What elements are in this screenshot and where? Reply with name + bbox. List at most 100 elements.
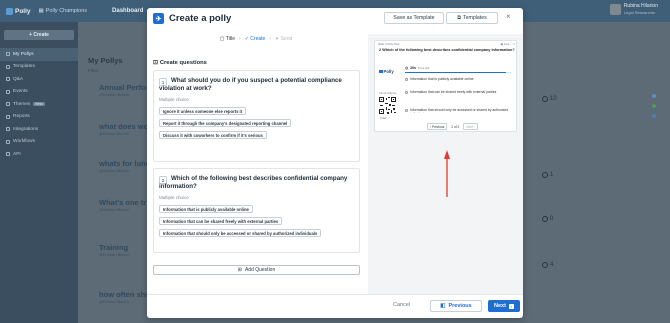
cancel-button[interactable]: Cancel	[393, 302, 410, 308]
questions-icon: ⊡	[153, 60, 158, 66]
polly-card-owner: @Rubina Hilarion	[99, 132, 129, 136]
response-count-value: 1	[550, 172, 554, 178]
question-type: Multiple choice	[159, 195, 189, 200]
response-count: 4	[542, 262, 553, 268]
workspace-icon: ▦	[38, 8, 44, 14]
avatar	[609, 4, 621, 15]
polly-card-owner: @Rubina Hilarion	[99, 253, 129, 257]
response-count-value: 0	[550, 216, 554, 222]
question-card[interactable]: 2 Which of the following best describes …	[153, 168, 360, 253]
step-title[interactable]: ▢ Title	[220, 36, 235, 42]
response-count-value: 4	[550, 262, 554, 268]
user-role: Legal Researcher	[623, 9, 656, 15]
create-button[interactable]: + Create	[4, 30, 74, 40]
my-pollys-title: My Pollys	[88, 56, 123, 65]
step-label: Title	[225, 36, 236, 42]
sidebar-item-api[interactable]: API	[0, 148, 78, 161]
answer-option[interactable]: Information that is publicly available o…	[159, 205, 253, 213]
section-title: ⊡ Create questions	[153, 60, 207, 66]
chevron-right-icon: ›	[239, 36, 241, 42]
sidebar-item-label: Integrations	[13, 126, 39, 132]
app-name: Polly	[15, 7, 31, 15]
modal-title: Create a polly	[169, 13, 232, 24]
response-count: 10	[542, 96, 557, 102]
sidebar-nav: My Pollys Templates Q&A Events Themes Bet…	[0, 48, 78, 161]
sidebar-item-label: Events	[13, 89, 28, 95]
sidebar-item-qa[interactable]: Q&A	[0, 73, 78, 86]
next-label: Next	[494, 303, 506, 309]
workspace-name: Polly Champions	[45, 8, 88, 14]
templates-icon: ⧉	[457, 14, 462, 21]
sidebar-item-label: API	[13, 151, 21, 157]
polly-card-title[interactable]: Training	[99, 243, 128, 252]
sidebar-item-my-pollys[interactable]: My Pollys	[0, 48, 78, 61]
answer-option[interactable]: Report it through the company's designat…	[159, 119, 292, 127]
user-menu[interactable]: Rubina Hilarion Legal Researcher	[609, 3, 658, 15]
previous-button[interactable]: ◧ Previous	[430, 300, 482, 312]
status-dot	[652, 94, 656, 98]
user-info: Rubina Hilarion Legal Researcher	[623, 3, 658, 15]
save-as-template-button[interactable]: Save as Template	[384, 12, 444, 24]
sidebar-item-label: Workflows	[13, 139, 36, 145]
beta-badge: Beta	[33, 102, 45, 107]
sidebar-item-templates[interactable]: Templates	[0, 61, 78, 74]
answer-option[interactable]: Discuss it with coworkers to confirm if …	[159, 131, 267, 139]
question-type: Multiple choice	[159, 97, 189, 102]
themes-icon	[6, 102, 10, 107]
responses-icon	[542, 262, 548, 268]
send-step-icon: ➤	[274, 36, 280, 42]
workspace-switcher[interactable]: ▦ Polly Champions	[39, 8, 87, 14]
response-count-value: 10	[550, 96, 557, 102]
status-dot	[652, 104, 656, 108]
plus-icon: ⊞	[237, 267, 242, 273]
question-card[interactable]: 1 What should you do if you suspect a po…	[153, 70, 360, 162]
section-title-text: Create questions	[159, 60, 207, 66]
sidebar-item-label: Templates	[13, 64, 35, 70]
answer-option[interactable]: Ignore it unless someone else reports it	[159, 107, 247, 115]
templates-button[interactable]: ⧉ Templates	[446, 12, 498, 24]
polly-card-title[interactable]: Annual Perfor	[99, 83, 149, 92]
step-indicator: ▢ Title › ✓ Create › ➤ Send	[147, 34, 365, 44]
polly-card-owner: @Rubina Hilarion	[99, 208, 129, 212]
sidebar-item-themes[interactable]: Themes Beta	[0, 98, 78, 111]
responses-icon	[542, 216, 548, 222]
sidebar-item-integrations[interactable]: Integrations	[0, 123, 78, 136]
question-builder: ⊡ Create questions 1 What should you do …	[147, 46, 365, 294]
response-count: 1	[542, 172, 553, 178]
step-create[interactable]: ✓ Create	[245, 36, 266, 42]
events-icon	[6, 89, 10, 94]
question-text[interactable]: Which of the following best describes co…	[159, 175, 354, 191]
sidebar-item-workflows[interactable]: Workflows	[0, 136, 78, 149]
page-title: Dashboard	[112, 8, 144, 14]
sidebar-item-events[interactable]: Events	[0, 86, 78, 99]
question-text[interactable]: What should you do if you suspect a pote…	[159, 77, 354, 93]
answer-option[interactable]: Information that should only be accessed…	[159, 229, 322, 237]
step-send[interactable]: ➤ Send	[275, 36, 292, 42]
integrations-icon	[6, 127, 10, 132]
workflows-icon	[6, 139, 10, 144]
close-icon[interactable]: ×	[506, 12, 511, 21]
user-name: Rubina Hilarion	[623, 3, 658, 9]
pollys-icon	[6, 52, 10, 57]
templates-button-label: Templates	[463, 15, 487, 21]
sidebar-item-reports[interactable]: Reports	[0, 111, 78, 124]
answer-option[interactable]: Information that can be shared freely wi…	[159, 217, 283, 225]
step-label: Send	[280, 36, 293, 42]
preview-pane: Web | Polly Test ◉ Live ⛶ × 2 Which of t…	[368, 34, 523, 294]
sidebar-item-label: Reports	[13, 114, 30, 120]
arrow-right-icon: ›	[508, 303, 514, 309]
step-label: Create	[250, 36, 266, 42]
add-question-button[interactable]: ⊞ Add Question	[153, 265, 360, 275]
app-logo[interactable]: Polly	[0, 7, 31, 15]
polly-card-title[interactable]: whats for lunc	[99, 159, 150, 168]
filter-button[interactable]: Filter	[88, 69, 99, 74]
next-button[interactable]: Next ›	[488, 300, 520, 312]
response-count: 0	[542, 216, 553, 222]
polly-card-title[interactable]: what does wo	[99, 122, 148, 131]
status-dot	[652, 114, 656, 118]
polly-card-title[interactable]: What's one tr	[99, 198, 146, 207]
polly-logo-icon: ✈	[153, 13, 164, 24]
polly-card-title[interactable]: how often sho	[99, 290, 150, 299]
qa-icon	[6, 77, 10, 82]
arrow-head	[444, 150, 450, 159]
